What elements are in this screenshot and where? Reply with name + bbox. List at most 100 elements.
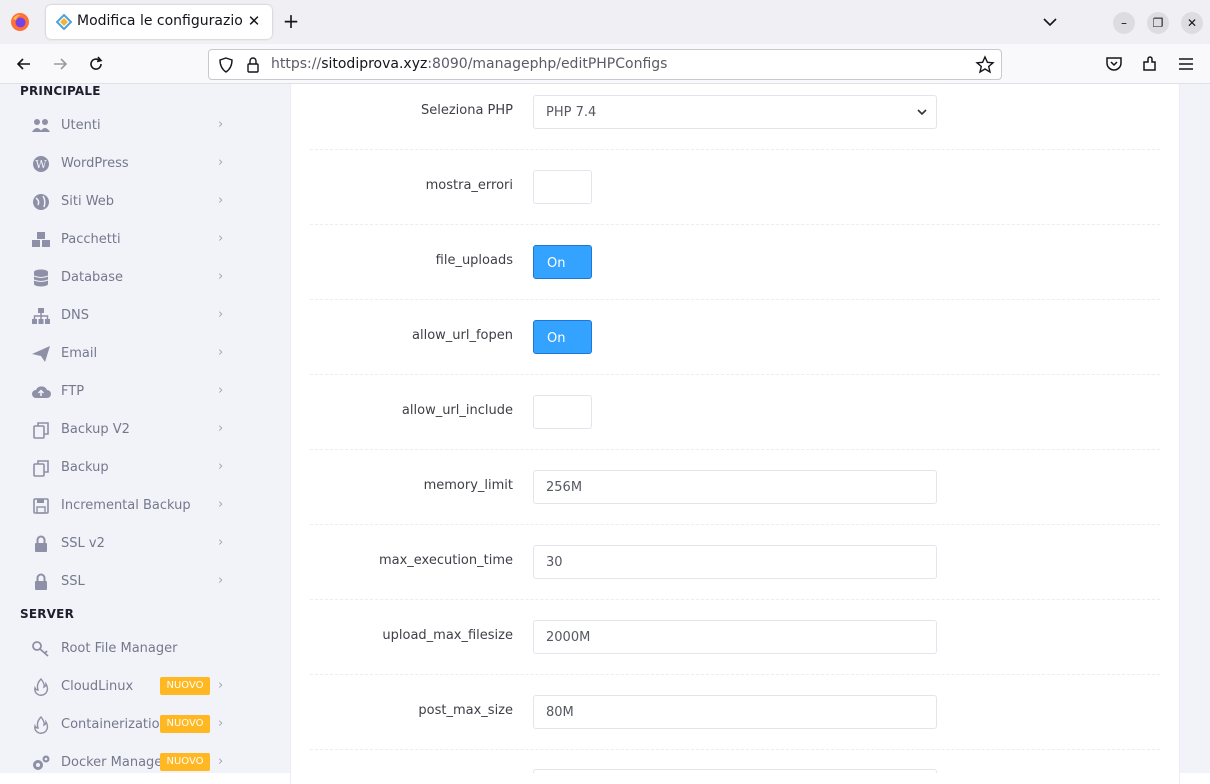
sidebar-section-principale: PRINCIPALE (20, 84, 101, 98)
sidebar-item-containerization[interactable]: Containerization NUOVO › (0, 706, 260, 744)
lock-icon (35, 573, 47, 590)
sidebar-item-label: Root File Manager (61, 641, 178, 656)
chevron-right-icon: › (218, 497, 224, 512)
sidebar-section-server: SERVER (20, 607, 75, 621)
chevron-right-icon: › (218, 421, 224, 436)
tab-list-chevron-icon[interactable] (1040, 12, 1060, 32)
row-separator (310, 374, 1160, 375)
new-badge: NUOVO (160, 715, 210, 733)
post-max-size-input[interactable]: 80M (533, 695, 937, 729)
sidebar-item-backup-v2[interactable]: Backup V2 › (0, 411, 260, 449)
file-uploads-toggle[interactable]: On (533, 245, 592, 279)
close-window-icon[interactable]: ✕ (1181, 12, 1203, 34)
cyberpanel-favicon-icon (56, 14, 72, 30)
fire-icon (34, 716, 49, 734)
firefox-icon[interactable] (10, 12, 30, 32)
allow-url-include-toggle[interactable] (533, 395, 592, 429)
svg-text:W: W (35, 158, 47, 171)
row-separator (310, 524, 1160, 525)
tab-close-icon[interactable]: ✕ (244, 11, 264, 31)
tab-title: Modifica le configurazioni (77, 13, 243, 29)
chevron-right-icon: › (218, 535, 224, 550)
chevron-right-icon: › (218, 459, 224, 474)
upload-max-filesize-value: 2000M (546, 630, 591, 645)
sidebar-item-ftp[interactable]: FTP › (0, 373, 260, 411)
new-badge: NUOVO (160, 677, 210, 695)
chevron-right-icon: › (218, 573, 224, 588)
upload-max-filesize-input[interactable]: 2000M (533, 620, 937, 654)
sidebar-item-docker-manager[interactable]: Docker Manager NUOVO › (0, 744, 260, 773)
copy-icon (33, 460, 49, 477)
sidebar: PRINCIPALE Utenti › W WordPress › Siti W… (0, 84, 260, 773)
sidebar-item-label: CloudLinux (61, 679, 134, 694)
memory-limit-label: memory_limit (423, 478, 513, 493)
display-errors-label: mostra_errori (425, 178, 513, 193)
php-version-value: PHP 7.4 (546, 105, 597, 120)
back-icon[interactable] (14, 54, 34, 74)
sidebar-item-backup[interactable]: Backup › (0, 449, 260, 487)
cloud-upload-icon (32, 386, 51, 398)
url-text: https://sitodiprova.xyz:8090/managephp/e… (271, 56, 668, 72)
forward-icon[interactable] (50, 54, 70, 74)
sidebar-item-root-file-manager[interactable]: Root File Manager (0, 630, 260, 668)
sidebar-item-label: Containerization (61, 717, 168, 732)
url-bar[interactable]: https://sitodiprova.xyz:8090/managephp/e… (208, 49, 1002, 80)
next-field-input[interactable] (533, 769, 937, 773)
chevron-right-icon: › (218, 307, 224, 322)
memory-limit-value: 256M (546, 480, 583, 495)
sitemap-icon (32, 308, 50, 324)
php-version-select[interactable]: PHP 7.4 (533, 95, 937, 129)
extensions-icon[interactable] (1140, 54, 1160, 74)
sidebar-item-label: Siti Web (61, 194, 115, 209)
row-separator (310, 449, 1160, 450)
browser-tabbar: Modifica le configurazioni ✕ + – ❐ ✕ (0, 0, 1210, 44)
sidebar-item-ssl[interactable]: SSL › (0, 563, 260, 601)
sidebar-item-label: FTP (61, 384, 85, 399)
sidebar-item-email[interactable]: Email › (0, 335, 260, 373)
shield-icon[interactable] (217, 56, 235, 74)
php-select-label: Seleziona PHP (420, 103, 513, 118)
chevron-right-icon: › (218, 193, 224, 208)
pocket-icon[interactable] (1104, 54, 1124, 74)
cogs-icon (33, 755, 50, 770)
browser-tab-active[interactable]: Modifica le configurazioni ✕ (46, 5, 272, 39)
sidebar-item-label: Utenti (61, 118, 101, 133)
sidebar-item-ssl-v2[interactable]: SSL v2 › (0, 525, 260, 563)
row-separator (310, 749, 1160, 750)
row-separator (310, 299, 1160, 300)
copy-icon (33, 422, 49, 439)
restore-icon[interactable]: ❐ (1147, 12, 1169, 34)
sidebar-item-incremental-backup[interactable]: Incremental Backup › (0, 487, 260, 525)
file-uploads-label: file_uploads (435, 253, 513, 268)
sidebar-item-cloudlinux[interactable]: CloudLinux NUOVO › (0, 668, 260, 706)
max-execution-time-input[interactable]: 30 (533, 545, 937, 579)
sidebar-item-label: DNS (61, 308, 89, 323)
sidebar-item-label: SSL v2 (61, 536, 105, 551)
sidebar-item-database[interactable]: Database › (0, 259, 260, 297)
database-icon (33, 269, 49, 287)
wordpress-icon: W (33, 156, 49, 172)
sidebar-item-pacchetti[interactable]: Pacchetti › (0, 221, 260, 259)
new-tab-icon[interactable]: + (280, 10, 302, 32)
padlock-icon[interactable] (245, 56, 261, 74)
sidebar-item-label: Docker Manager (61, 755, 168, 770)
reload-icon[interactable] (86, 54, 106, 74)
chevron-right-icon: › (218, 716, 224, 731)
max-execution-time-label: max_execution_time (378, 553, 513, 568)
allow-url-include-label: allow_url_include (401, 403, 513, 418)
save-icon (33, 498, 49, 514)
upload-max-filesize-label: upload_max_filesize (382, 628, 513, 643)
allow-url-fopen-toggle[interactable]: On (533, 320, 592, 354)
menu-hamburger-icon[interactable] (1176, 54, 1196, 74)
sidebar-item-label: Backup V2 (61, 422, 130, 437)
display-errors-toggle[interactable] (533, 170, 592, 204)
minimize-icon[interactable]: – (1113, 12, 1135, 34)
sidebar-item-label: Incremental Backup (61, 498, 191, 513)
sidebar-item-wordpress[interactable]: W WordPress › (0, 145, 260, 183)
fire-icon (34, 678, 49, 696)
memory-limit-input[interactable]: 256M (533, 470, 937, 504)
bookmark-star-icon[interactable] (975, 55, 995, 75)
sidebar-item-dns[interactable]: DNS › (0, 297, 260, 335)
sidebar-item-utenti[interactable]: Utenti › (0, 107, 260, 145)
sidebar-item-siti-web[interactable]: Siti Web › (0, 183, 260, 221)
